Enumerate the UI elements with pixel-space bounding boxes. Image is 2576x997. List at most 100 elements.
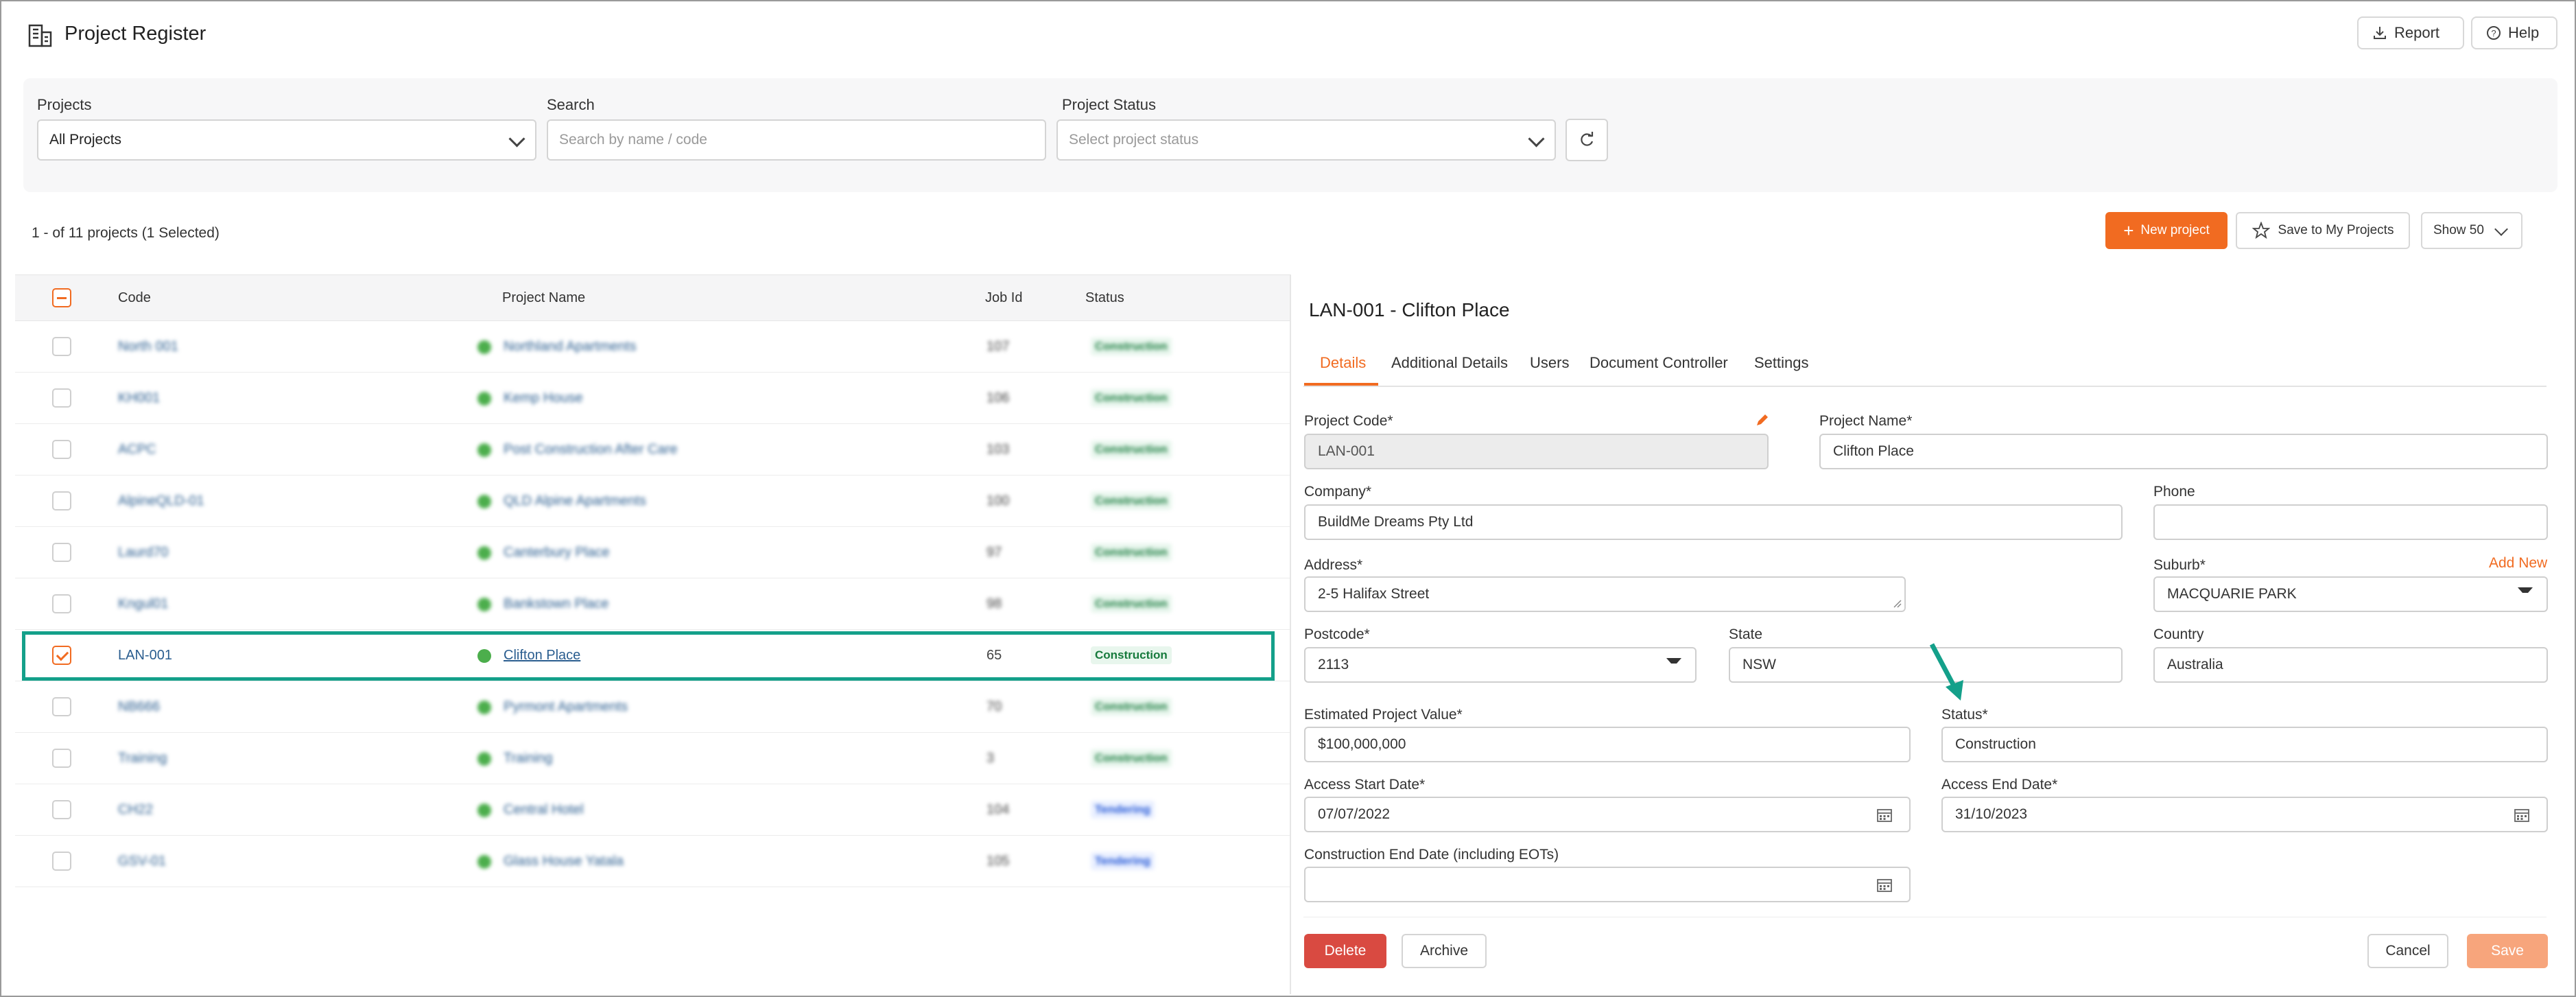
- status-field[interactable]: Construction: [1941, 727, 2548, 762]
- projects-select[interactable]: All Projects: [37, 119, 536, 161]
- tab-settings[interactable]: Settings: [1754, 354, 1809, 372]
- select-all-checkbox[interactable]: [52, 288, 71, 307]
- project-status-select[interactable]: Select project status: [1056, 119, 1556, 161]
- table-row[interactable]: GSV-01 Glass House Yatala 105 Tendering: [15, 836, 1290, 887]
- calendar-icon[interactable]: [1876, 808, 1893, 823]
- project-name-link[interactable]: Training: [504, 751, 553, 766]
- search-input[interactable]: Search by name / code: [547, 119, 1046, 161]
- calendar-icon[interactable]: [2514, 808, 2530, 823]
- project-name-link[interactable]: Kemp House: [504, 390, 583, 406]
- panel-divider: [1290, 274, 1291, 994]
- access-start-date-field[interactable]: 07/07/2022: [1304, 797, 1911, 832]
- status-badge: Construction: [1091, 749, 1172, 767]
- state-field[interactable]: NSW: [1729, 647, 2123, 683]
- row-checkbox[interactable]: [52, 749, 71, 768]
- project-code-field: LAN-001: [1304, 434, 1769, 469]
- chevron-down-icon: [1528, 130, 1545, 148]
- job-id: 70: [986, 699, 1002, 714]
- tab-document-controller[interactable]: Document Controller: [1590, 354, 1728, 372]
- table-row[interactable]: ACPC Post Construction After Care 103 Const…: [15, 424, 1290, 476]
- construction-end-date-field[interactable]: [1304, 867, 1911, 902]
- row-checkbox[interactable]: [52, 491, 71, 511]
- resize-handle-icon[interactable]: [1893, 599, 1902, 609]
- project-code-link[interactable]: Kngul01: [118, 596, 168, 612]
- table-row[interactable]: CH22 Central Hotel 104 Tendering: [15, 784, 1290, 836]
- cancel-button[interactable]: Cancel: [2367, 934, 2448, 968]
- save-to-my-projects-label: Save to My Projects: [2278, 223, 2394, 237]
- project-code-link[interactable]: KH001: [118, 390, 160, 406]
- project-name-link[interactable]: Canterbury Place: [504, 545, 610, 561]
- project-name-link[interactable]: Glass House Yatala: [504, 854, 624, 869]
- project-code-link[interactable]: ACPC: [118, 442, 156, 458]
- table-row[interactable]: Training Training 3 Construction: [15, 733, 1290, 784]
- edit-pencil-icon[interactable]: [1754, 412, 1771, 428]
- delete-button[interactable]: Delete: [1304, 934, 1386, 968]
- project-code-link[interactable]: GSV-01: [118, 854, 166, 869]
- project-status-dot-icon: [477, 752, 491, 766]
- estimated-value-field[interactable]: $100,000,000: [1304, 727, 1911, 762]
- phone-field[interactable]: [2153, 504, 2548, 540]
- project-name-link[interactable]: Post Construction After Care: [504, 442, 677, 458]
- row-checkbox[interactable]: [52, 388, 71, 408]
- job-id: 106: [986, 390, 1010, 406]
- status-badge: Construction: [1091, 543, 1172, 561]
- project-code-link[interactable]: Training: [118, 751, 167, 766]
- row-checkbox[interactable]: [52, 543, 71, 562]
- page-size-label: Show 50: [2433, 223, 2484, 237]
- country-field[interactable]: Australia: [2153, 647, 2548, 683]
- table-row[interactable]: KH001 Kemp House 106 Construction: [15, 373, 1290, 424]
- company-field[interactable]: BuildMe Dreams Pty Ltd: [1304, 504, 2123, 540]
- project-name-link[interactable]: Bankstown Place: [504, 596, 608, 612]
- add-new-suburb-link[interactable]: Add New: [2489, 555, 2547, 572]
- project-code-link[interactable]: AlpineQLD-01: [118, 493, 204, 509]
- access-end-label: Access End Date*: [1941, 777, 2058, 793]
- page-title: Project Register: [64, 23, 206, 45]
- tab-users[interactable]: Users: [1530, 354, 1569, 372]
- refresh-button[interactable]: [1565, 119, 1608, 161]
- address-textarea[interactable]: 2-5 Halifax Street: [1304, 576, 1906, 612]
- project-name-link[interactable]: Pyrmont Apartments: [504, 699, 628, 715]
- table-row[interactable]: Laurd70 Canterbury Place 97 Construction: [15, 527, 1290, 578]
- report-button[interactable]: Report: [2357, 16, 2464, 49]
- search-label: Search: [547, 96, 595, 113]
- access-end-date-field[interactable]: 31/10/2023: [1941, 797, 2548, 832]
- project-name-link[interactable]: Northland Apartments: [504, 339, 636, 355]
- row-checkbox[interactable]: [52, 440, 71, 459]
- table-row[interactable]: North 001 Northland Apartments 107 Construc…: [15, 321, 1290, 373]
- table-row[interactable]: Kngul01 Bankstown Place 98 Construction: [15, 578, 1290, 630]
- archive-button[interactable]: Archive: [1402, 934, 1487, 968]
- search-placeholder: Search by name / code: [559, 132, 707, 148]
- project-code-link[interactable]: North 001: [118, 339, 178, 355]
- new-project-label: New project: [2140, 223, 2210, 237]
- project-name-field[interactable]: Clifton Place: [1819, 434, 2548, 469]
- project-code-link[interactable]: Laurd70: [118, 545, 168, 561]
- row-checkbox[interactable]: [52, 594, 71, 613]
- tab-details[interactable]: Details: [1320, 354, 1366, 372]
- row-checkbox[interactable]: [52, 337, 71, 356]
- column-header-project-name: Project Name: [502, 290, 586, 305]
- project-code-link[interactable]: NB666: [118, 699, 160, 715]
- chevron-down-icon: [508, 130, 525, 148]
- project-name-link[interactable]: QLD Alpine Apartments: [504, 493, 646, 509]
- help-button[interactable]: ? Help: [2471, 16, 2557, 49]
- table-row[interactable]: AlpineQLD-01 QLD Alpine Apartments 100 Cons…: [15, 476, 1290, 527]
- help-label: Help: [2508, 24, 2540, 41]
- country-label: Country: [2153, 626, 2204, 642]
- suburb-select[interactable]: MACQUARIE PARK: [2153, 576, 2548, 612]
- tab-additional-details[interactable]: Additional Details: [1391, 354, 1508, 372]
- row-checkbox[interactable]: [52, 852, 71, 871]
- table-row[interactable]: NB666 Pyrmont Apartments 70 Construction: [15, 681, 1290, 733]
- save-to-my-projects-button[interactable]: Save to My Projects: [2236, 212, 2410, 249]
- page-size-select[interactable]: Show 50: [2421, 212, 2522, 249]
- new-project-button[interactable]: + New project: [2105, 212, 2228, 249]
- project-code-link[interactable]: CH22: [118, 802, 153, 818]
- row-checkbox[interactable]: [52, 697, 71, 716]
- row-checkbox[interactable]: [52, 800, 71, 819]
- postcode-select[interactable]: 2113: [1304, 647, 1697, 683]
- project-status-placeholder: Select project status: [1069, 132, 1199, 148]
- save-button[interactable]: Save: [2467, 934, 2548, 968]
- calendar-icon[interactable]: [1876, 878, 1893, 893]
- projects-table: Code Project Name Job Id Status North 00…: [15, 274, 1290, 887]
- access-end-value: 31/10/2023: [1955, 806, 2028, 822]
- project-name-link[interactable]: Central Hotel: [504, 802, 584, 818]
